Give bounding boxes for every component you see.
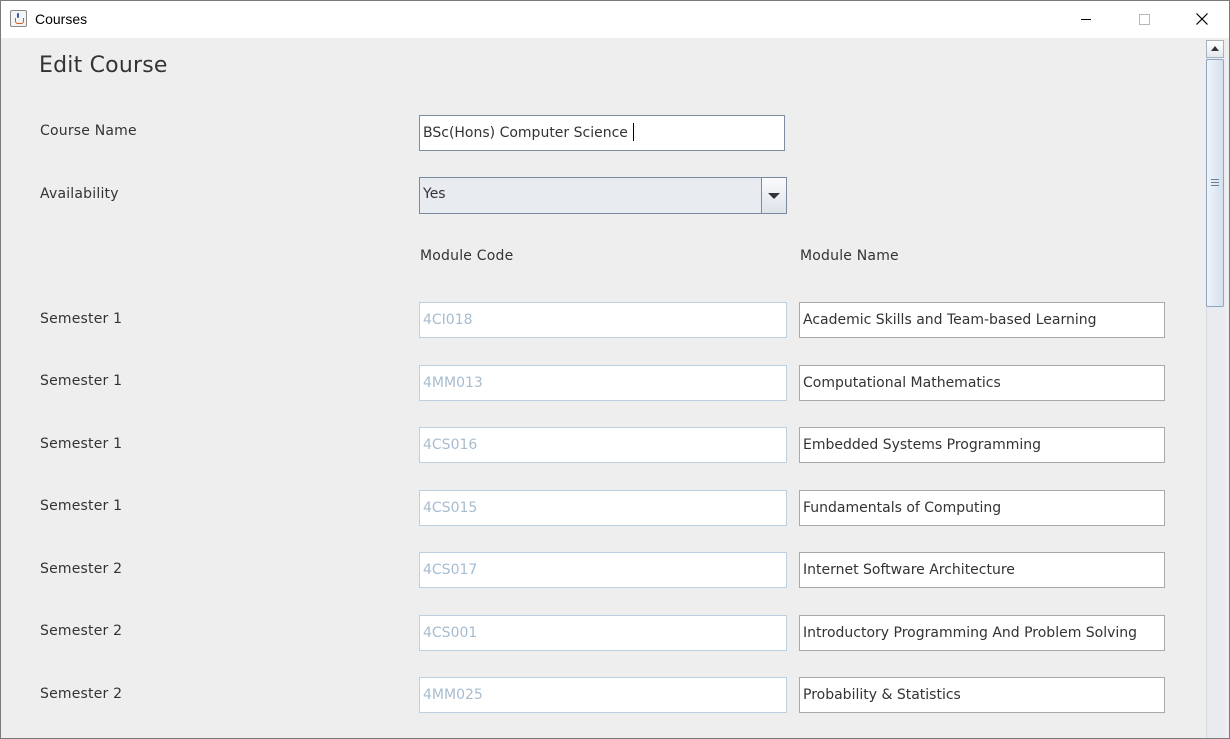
title-bar[interactable]: Courses (1, 1, 1229, 38)
window-title: Courses (35, 11, 88, 27)
page-title: Edit Course (39, 53, 168, 78)
scroll-thumb[interactable] (1206, 59, 1224, 307)
module-code-field (419, 302, 787, 338)
course-name-input[interactable] (419, 115, 785, 151)
module-code-field (419, 365, 787, 401)
module-code-field (419, 427, 787, 463)
semester-label: Semester 2 (40, 561, 123, 577)
availability-select[interactable]: Yes (419, 177, 787, 214)
module-name-field[interactable] (799, 677, 1165, 713)
module-name-header: Module Name (800, 248, 899, 264)
module-name-field[interactable] (799, 615, 1165, 651)
module-code-field (419, 615, 787, 651)
semester-label: Semester 2 (40, 686, 123, 702)
chevron-down-icon (768, 193, 780, 199)
scroll-up-icon (1211, 46, 1219, 51)
close-icon (1196, 13, 1208, 25)
thumb-grip (1211, 185, 1219, 186)
courses-window: Courses Edit Course Course Name Availabi… (0, 0, 1230, 739)
module-name-field[interactable] (799, 365, 1165, 401)
java-cup-icon (10, 10, 27, 27)
module-name-field[interactable] (799, 490, 1165, 526)
thumb-grip (1211, 182, 1219, 183)
semester-label: Semester 1 (40, 498, 123, 514)
minimize-button[interactable] (1057, 1, 1115, 38)
module-name-field[interactable] (799, 302, 1165, 338)
maximize-icon (1139, 14, 1150, 25)
maximize-button[interactable] (1115, 1, 1173, 38)
module-code-field (419, 490, 787, 526)
scroll-up-button[interactable] (1206, 40, 1224, 58)
module-code-field (419, 677, 787, 713)
module-name-field[interactable] (799, 552, 1165, 588)
module-code-field (419, 552, 787, 588)
text-caret (633, 123, 634, 141)
availability-dropdown-button[interactable] (761, 178, 786, 213)
module-code-header: Module Code (420, 248, 514, 264)
semester-label: Semester 1 (40, 311, 123, 327)
vertical-scrollbar[interactable] (1203, 38, 1229, 738)
minimize-icon (1081, 19, 1091, 20)
availability-label: Availability (40, 186, 119, 202)
semester-label: Semester 2 (40, 623, 123, 639)
semester-label: Semester 1 (40, 436, 123, 452)
thumb-grip (1211, 179, 1219, 180)
module-name-field[interactable] (799, 427, 1165, 463)
edit-course-panel: Edit Course Course Name Availability Yes… (1, 38, 1203, 738)
availability-selected-value: Yes (423, 186, 446, 202)
close-button[interactable] (1173, 1, 1229, 38)
semester-label: Semester 1 (40, 373, 123, 389)
course-name-label: Course Name (40, 123, 137, 139)
